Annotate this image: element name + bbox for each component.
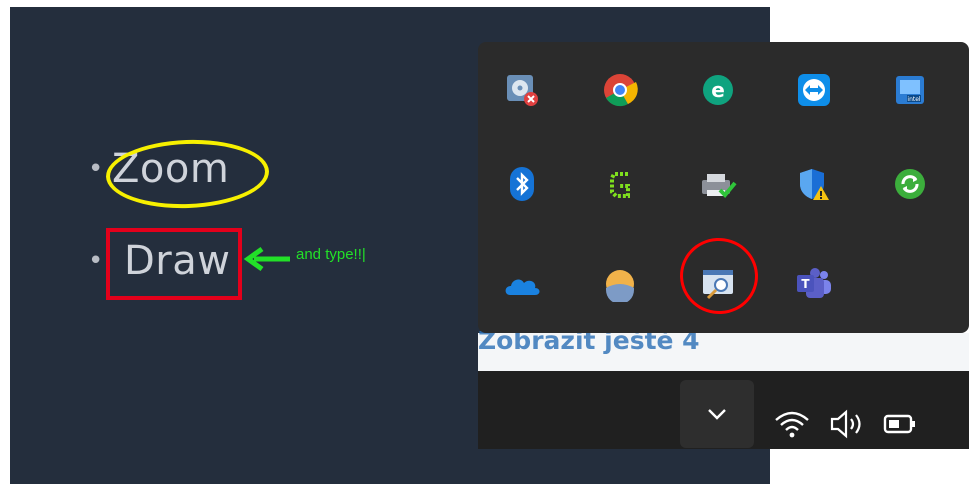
disc-error-icon[interactable] (500, 68, 544, 112)
arrow-left-icon (243, 246, 290, 272)
sync-icon[interactable] (888, 162, 932, 206)
printer-check-icon[interactable] (696, 162, 740, 206)
draw-highlight-rectangle (106, 228, 242, 300)
svg-text:intel: intel (907, 96, 921, 103)
battery-icon[interactable] (880, 408, 920, 440)
intel-graphics-icon[interactable]: intel (888, 68, 932, 112)
svg-text:e: e (711, 78, 725, 102)
greenshot-icon[interactable] (598, 162, 642, 206)
svg-text:T: T (801, 277, 810, 291)
onedrive-icon[interactable] (500, 262, 544, 306)
teams-icon[interactable]: T (792, 262, 836, 306)
chevron-up-icon (708, 409, 726, 420)
annotation-text: and type!!| (296, 246, 366, 263)
defender-warning-icon[interactable] (792, 162, 836, 206)
volume-icon[interactable] (826, 408, 870, 440)
show-hidden-icons-button[interactable] (680, 380, 754, 448)
wifi-icon[interactable] (772, 408, 812, 440)
teamviewer-icon[interactable] (792, 68, 836, 112)
eset-icon[interactable]: e (696, 68, 740, 112)
bluetooth-icon[interactable] (500, 162, 544, 206)
chrome-icon[interactable] (598, 68, 642, 112)
weather-icon[interactable] (598, 262, 642, 306)
